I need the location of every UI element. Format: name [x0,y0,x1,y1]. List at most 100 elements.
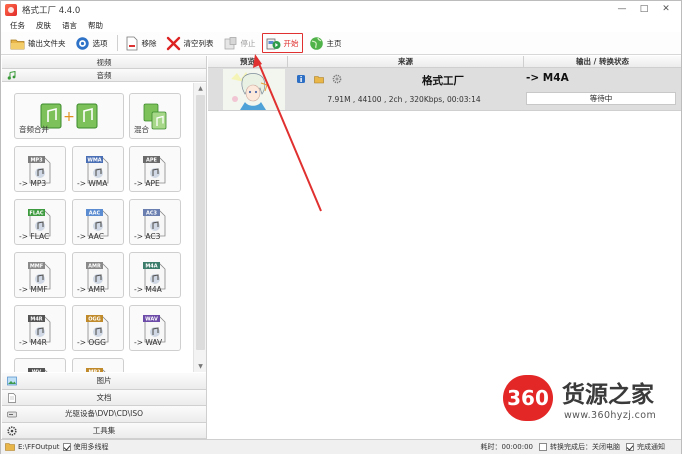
format-badge-text: MMF [30,264,43,270]
header-preview[interactable]: 预览 [208,56,288,68]
format-badge-text: AMR [88,264,101,270]
notify-label: 完成通知 [637,443,665,451]
menu-bar: 任务 皮肤 语言 帮助 [1,18,681,32]
output-path[interactable]: E:\FFOutput [18,443,60,451]
menu-language[interactable]: 语言 [62,20,77,31]
menu-help[interactable]: 帮助 [88,20,103,31]
tile-m4a[interactable]: M4A -> M4A [129,252,181,298]
format-badge-text: M4A [145,264,157,270]
category-toolkit[interactable]: 工具集 [2,422,206,439]
scroll-up-arrow[interactable]: ▲ [194,83,207,94]
watermark-url: www.360hyzj.com [564,410,657,421]
scroll-down-arrow[interactable]: ▼ [194,361,207,372]
task-row[interactable]: 格式工厂 7.91M , 44100 , 2ch , 320Kbps, 00:0… [208,68,681,111]
document-icon [7,392,16,403]
elapsed-time: 耗时：00:00:00 [480,443,533,451]
task-table-header: 预览 来源 输出 / 转换状态 [208,56,681,68]
picture-icon [7,376,17,386]
category-picture[interactable]: 图片 [2,373,206,390]
left-panel: 视频 音频 + 音频合并 混合 MP3 -> MP3 WMA -> WMA APE -> APE… [2,56,207,439]
tile-wv[interactable]: WV [14,358,66,372]
conversion-status: 等待中 [526,92,676,105]
format-badge-text: WV [32,370,42,372]
settings-gear-icon[interactable] [332,74,342,84]
remove-document-icon [124,36,139,51]
tile-mix[interactable]: 混合 [129,93,181,139]
tile-label: 混合 [134,125,149,134]
clear-list-button[interactable]: 清空列表 [163,33,217,53]
app-window: 格式工厂 4.4.0 — □ ✕ 任务 皮肤 语言 帮助 输出文件夹 选项 移除… [0,0,682,454]
tile-ape[interactable]: APE -> APE [129,146,181,192]
tile-label: -> OGG [77,338,106,347]
header-output-status[interactable]: 输出 / 转换状态 [524,56,681,68]
tile-label: -> AMR [77,285,106,294]
format-badge-text: FLAC [29,211,43,217]
tile-label: -> M4R [19,338,47,347]
scroll-thumb[interactable] [196,95,205,350]
output-folder-button[interactable]: 输出文件夹 [7,33,69,53]
format-badge-text: AAC [89,211,101,217]
after-convert-checkbox[interactable] [539,443,547,451]
multithread-checkbox[interactable] [62,443,71,451]
title-bar: 格式工厂 4.4.0 — □ ✕ [1,1,681,18]
tile-label: -> MMF [19,285,48,294]
tile-ac3[interactable]: AC3 -> AC3 [129,199,181,245]
close-button[interactable]: ✕ [655,2,677,16]
format-badge-text: WAV [145,317,158,323]
multithread-label: 使用多线程 [73,443,109,451]
tile-ogg[interactable]: OGG -> OGG [72,305,124,351]
stop-button[interactable]: 停止 [220,33,259,53]
tile-wma[interactable]: WMA -> WMA [72,146,124,192]
category-audio[interactable]: 音频 [2,69,206,82]
start-convert-icon [266,36,281,51]
home-button[interactable]: 主页 [306,33,345,53]
svg-text:+: + [63,109,75,125]
tile-wav[interactable]: WAV -> WAV [129,305,181,351]
start-button[interactable]: 开始 [261,33,303,53]
menu-task[interactable]: 任务 [10,20,25,31]
tile-aac[interactable]: AAC -> AAC [72,199,124,245]
tile-label: 音频合并 [19,125,49,134]
output-format: -> M4A [526,72,569,84]
clear-x-icon [166,36,181,51]
home-globe-icon [309,36,324,51]
tile-label: -> APE [134,179,160,188]
tile-mp2[interactable]: MP2 [72,358,124,372]
tile-mmf[interactable]: MMF -> MMF [14,252,66,298]
format-badge-text: M4R [30,317,42,323]
category-optical-drive[interactable]: 光驱设备\DVD\CD\ISO [2,406,206,423]
format-badge-text: WMA [87,158,101,164]
open-folder-icon[interactable] [314,74,324,84]
tiles-scrollbar[interactable]: ▲ ▼ [193,83,206,372]
tile-amr[interactable]: AMR -> AMR [72,252,124,298]
tile-mp3[interactable]: MP3 -> MP3 [14,146,66,192]
format-badge-text: OGG [88,317,100,323]
maximize-button[interactable]: □ [633,2,655,16]
remove-button[interactable]: 移除 [121,33,160,53]
status-bar: E:\FFOutput 使用多线程 耗时：00:00:00 转换完成后：关闭电脑… [1,439,681,454]
watermark-title: 货源之家 [562,382,654,408]
tile-audio-merge[interactable]: + 音频合并 [14,93,124,139]
tile-label: -> MP3 [19,179,47,188]
menu-skin[interactable]: 皮肤 [36,20,51,31]
watermark-360-badge: 360 [503,375,553,421]
info-icon[interactable] [296,74,306,84]
audio-tiles-grid: + 音频合并 混合 MP3 -> MP3 WMA -> WMA APE -> APE FLAC ->… [2,83,192,372]
tile-label: -> FLAC [19,232,50,241]
minimize-button[interactable]: — [611,2,633,16]
stop-icon [223,36,238,51]
notify-checkbox[interactable] [626,443,634,451]
toolkit-gear-icon [7,425,17,436]
output-folder-small-icon [5,442,15,453]
tile-m4r[interactable]: M4R -> M4R [14,305,66,351]
window-title: 格式工厂 4.4.0 [22,5,81,16]
tile-label: -> WMA [77,179,108,188]
tile-flac[interactable]: FLAC -> FLAC [14,199,66,245]
disc-drive-icon [7,409,17,418]
options-button[interactable]: 选项 [72,33,111,53]
header-source[interactable]: 来源 [288,56,524,68]
tile-label: -> WAV [134,338,163,347]
category-video[interactable]: 视频 [2,56,206,69]
app-logo-icon [5,3,17,16]
category-document[interactable]: 文档 [2,389,206,406]
